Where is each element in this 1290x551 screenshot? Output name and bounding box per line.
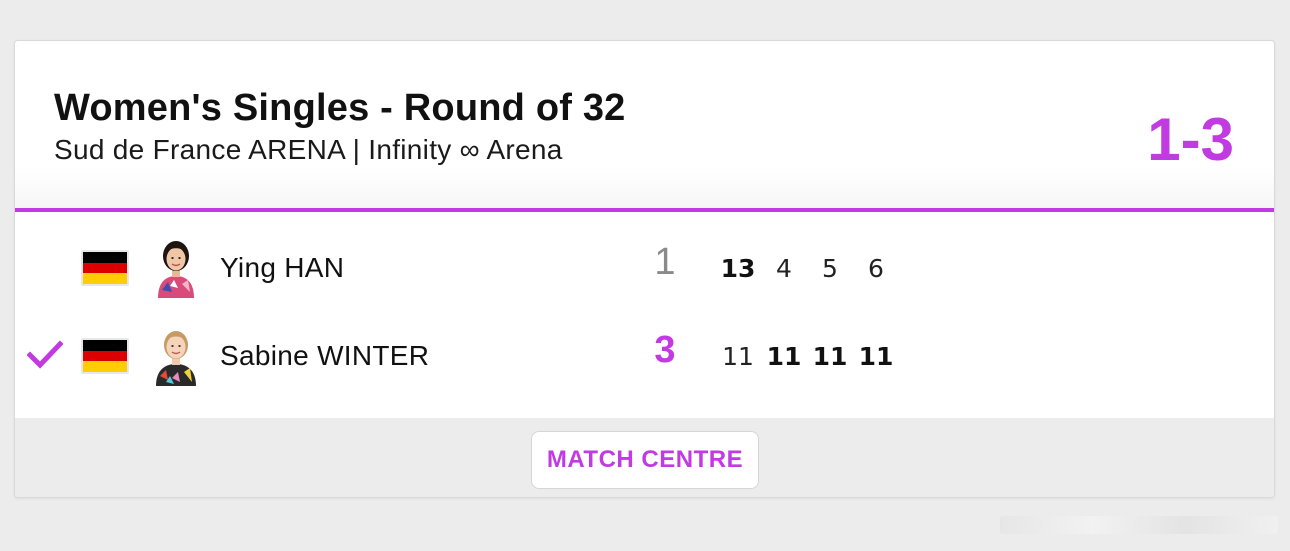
game-score: 5 <box>822 254 838 283</box>
match-header: Women's Singles - Round of 32 Sud de Fra… <box>15 41 1274 209</box>
game-score: 6 <box>868 254 884 283</box>
overall-score: 1-3 <box>1147 106 1234 173</box>
sets-won: 1 <box>654 241 676 283</box>
germany-flag-icon <box>81 250 129 286</box>
game-score: 11 <box>858 342 894 371</box>
player-row: Sabine WINTER 3 11 11 11 11 <box>15 314 1274 394</box>
blurred-background-content <box>1000 516 1278 534</box>
sets-won: 3 <box>654 329 676 371</box>
player-row: Ying HAN 1 13 4 5 6 <box>15 226 1274 306</box>
player-name: Sabine WINTER <box>220 340 430 371</box>
players-list: Ying HAN 1 13 4 5 6 Sabine WINTER 3 11 1… <box>15 212 1274 418</box>
player-avatar <box>158 241 194 298</box>
match-card: Women's Singles - Round of 32 Sud de Fra… <box>14 40 1275 498</box>
match-title: Women's Singles - Round of 32 <box>54 87 626 129</box>
game-score: 13 <box>720 254 756 283</box>
game-score: 4 <box>776 254 792 283</box>
checkmark-icon <box>27 340 63 369</box>
match-venue: Sud de France ARENA | Infinity ∞ Arena <box>54 134 563 165</box>
match-centre-button[interactable]: MATCH CENTRE <box>531 431 759 489</box>
game-score: 11 <box>766 342 802 371</box>
germany-flag-icon <box>81 338 129 374</box>
game-score: 11 <box>722 342 754 371</box>
card-footer: MATCH CENTRE <box>15 418 1274 497</box>
player-avatar <box>156 331 196 386</box>
game-score: 11 <box>812 342 848 371</box>
player-name: Ying HAN <box>220 252 345 283</box>
